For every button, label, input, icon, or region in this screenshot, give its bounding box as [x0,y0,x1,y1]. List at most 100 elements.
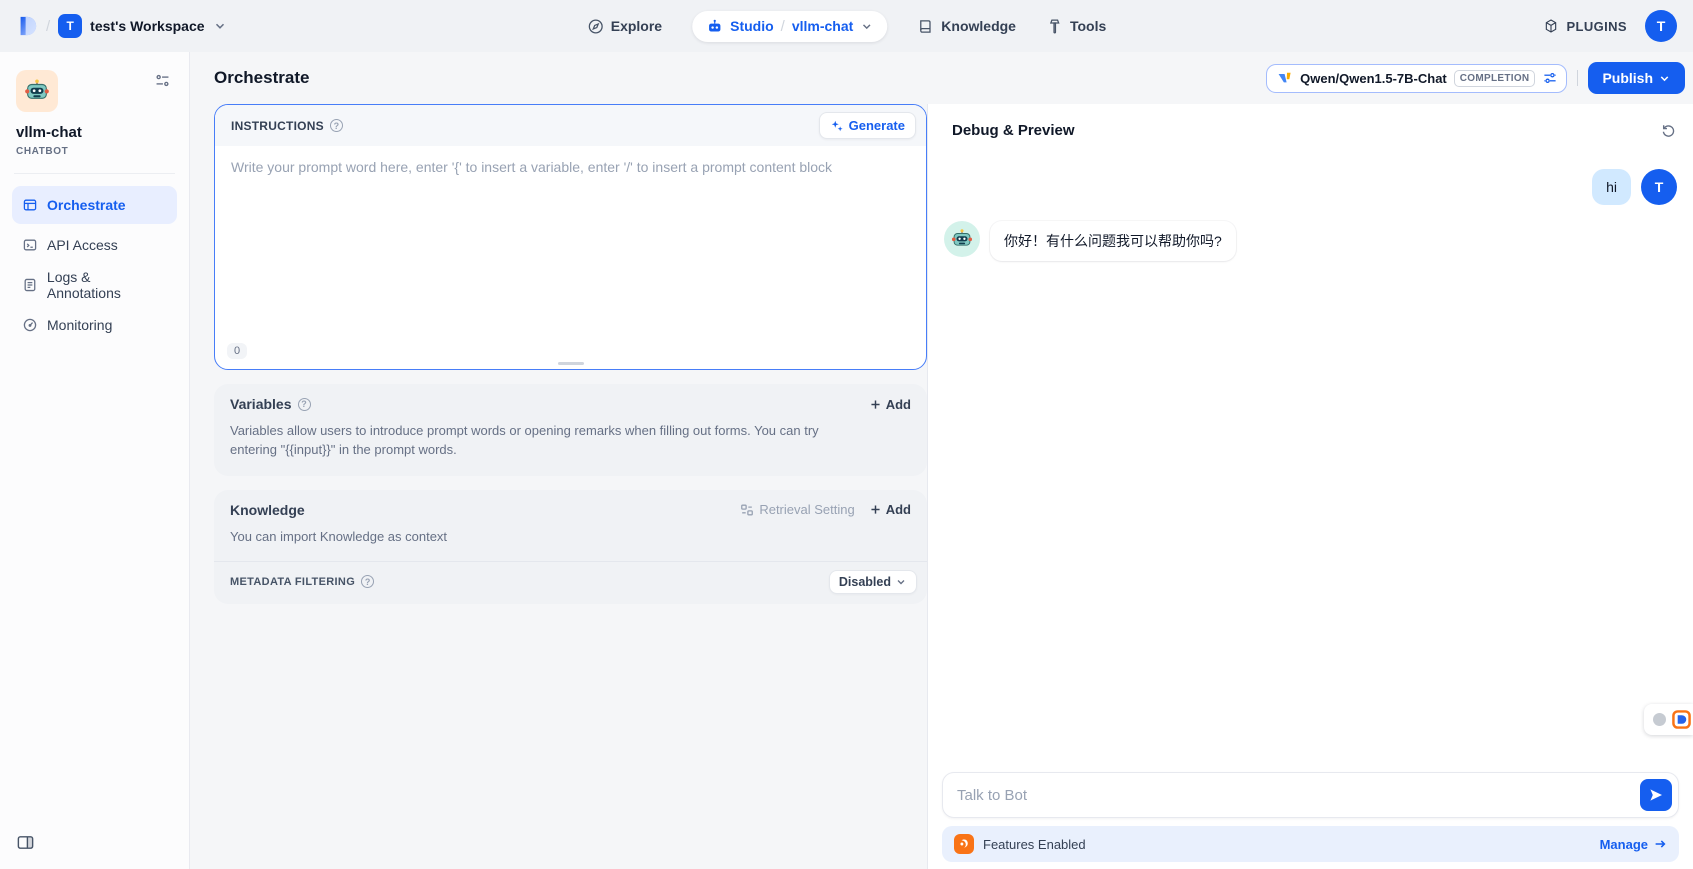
floating-widget[interactable] [1644,704,1693,735]
model-selector[interactable]: Qwen/Qwen1.5-7B-Chat COMPLETION [1266,64,1567,93]
sidebar-item-label: Logs & Annotations [47,269,167,301]
metadata-filtering-dropdown[interactable]: Disabled [829,570,917,594]
manage-label: Manage [1600,837,1648,852]
hammer-icon [1046,18,1063,35]
sidebar-item-label: Monitoring [47,317,112,333]
knowledge-title: Knowledge [230,502,305,518]
terminal-icon [22,237,38,253]
sidebar-item-label: API Access [47,237,118,253]
app-sidebar: vllm-chat CHATBOT Orchestrate API Access… [0,52,190,869]
help-icon[interactable]: ? [361,575,374,588]
generate-button[interactable]: Generate [819,112,916,139]
nav-studio-label: Studio [730,18,774,34]
divider-slash: / [46,18,50,35]
widget-extension-icon [1672,710,1691,729]
robot-icon [706,18,723,35]
vllm-logo-icon [1277,70,1293,86]
sidebar-item-api-access[interactable]: API Access [12,226,177,264]
manage-features-link[interactable]: Manage [1600,837,1667,852]
dify-logo[interactable] [16,15,38,37]
top-header: / T test's Workspace Explore Studio / vl… [0,0,1693,52]
chat-input[interactable] [942,772,1679,818]
debug-preview-panel: Debug & Preview hi T [927,104,1693,869]
retrieval-setting-button[interactable]: Retrieval Setting [740,502,854,517]
chat-message-bot: 你好！有什么问题我可以帮助你吗? [944,221,1677,261]
sidebar-item-monitoring[interactable]: Monitoring [12,306,177,344]
page-title: Orchestrate [214,68,309,88]
plugins-label: PLUGINS [1566,19,1627,34]
robot-emoji-icon [951,228,973,250]
user-avatar[interactable]: T [1645,10,1677,42]
workspace-switcher[interactable]: T test's Workspace [58,14,226,38]
generate-label: Generate [849,118,905,133]
nav-knowledge-label: Knowledge [941,18,1016,34]
workspace-name: test's Workspace [90,18,204,34]
chevron-down-icon [213,19,227,33]
app-icon [16,70,58,112]
orchestrate-config-column: INSTRUCTIONS ? Generate 0 [190,104,927,869]
send-icon [1648,787,1664,803]
chevron-down-icon [860,20,873,33]
features-label: Features Enabled [983,837,1086,852]
variables-panel: Variables ? Add Variables allow users to… [214,384,927,476]
sidebar-item-orchestrate[interactable]: Orchestrate [12,186,177,224]
instructions-input[interactable] [215,146,926,369]
divider-slash: / [781,18,785,35]
instructions-title: INSTRUCTIONS [231,119,324,133]
sparkles-icon [830,119,844,133]
chevron-down-icon [1658,72,1671,85]
collapse-sidebar-icon[interactable] [16,833,35,857]
nav-explore-label: Explore [611,18,662,34]
robot-emoji-icon [24,78,50,104]
resize-handle[interactable] [558,362,584,365]
plugins-button[interactable]: PLUGINS [1543,18,1627,34]
instructions-panel: INSTRUCTIONS ? Generate 0 [214,104,927,370]
features-bar: Features Enabled Manage [942,826,1679,862]
nav-knowledge[interactable]: Knowledge [917,18,1016,35]
nav-studio[interactable]: Studio / vllm-chat [692,11,887,42]
retrieval-setting-icon [740,503,754,517]
char-count: 0 [227,343,247,359]
user-message-bubble: hi [1592,169,1631,205]
divider [1577,70,1578,86]
send-button[interactable] [1640,779,1672,811]
book-icon [917,18,934,35]
nav-tools[interactable]: Tools [1046,18,1106,35]
metadata-filtering-title: METADATA FILTERING [230,576,355,588]
chevron-down-icon [895,576,907,588]
monitoring-icon [22,317,38,333]
model-mode-badge: COMPLETION [1454,70,1536,87]
app-operations-icon[interactable] [152,70,173,96]
knowledge-panel: Knowledge Retrieval Setting Add [214,490,927,604]
plus-icon [869,398,882,411]
logs-icon [22,277,38,293]
model-config-icon[interactable] [1542,70,1558,86]
nav-tools-label: Tools [1070,18,1106,34]
restart-conversation-icon[interactable] [1660,122,1677,139]
orchestrate-icon [22,197,38,213]
app-name: vllm-chat [16,124,173,141]
publish-button[interactable]: Publish [1588,62,1685,94]
plus-icon [869,503,882,516]
bot-message-bubble: 你好！有什么问题我可以帮助你吗? [990,221,1236,261]
page-header-strip: Orchestrate Qwen/Qwen1.5-7B-Chat COMPLET… [190,52,1693,104]
main-nav: Explore Studio / vllm-chat Knowledge Too… [587,0,1107,52]
user-chat-avatar: T [1641,169,1677,205]
metadata-filtering-row: METADATA FILTERING ? Disabled [214,561,927,602]
add-knowledge-button[interactable]: Add [869,502,911,517]
model-name: Qwen/Qwen1.5-7B-Chat [1300,71,1447,86]
add-variable-button[interactable]: Add [869,397,911,412]
help-icon[interactable]: ? [298,398,311,411]
sidebar-item-logs-annotations[interactable]: Logs & Annotations [12,266,177,304]
help-icon[interactable]: ? [330,119,343,132]
chat-message-list: hi T [928,145,1693,772]
widget-dot [1653,713,1666,726]
arrow-right-icon [1653,837,1667,851]
add-label: Add [886,397,911,412]
metadata-filtering-value: Disabled [839,575,891,589]
nav-explore[interactable]: Explore [587,18,662,35]
nav-studio-app: vllm-chat [792,18,853,34]
workspace-avatar: T [58,14,82,38]
chat-message-user: hi T [944,169,1677,205]
variables-description: Variables allow users to introduce promp… [214,420,854,474]
